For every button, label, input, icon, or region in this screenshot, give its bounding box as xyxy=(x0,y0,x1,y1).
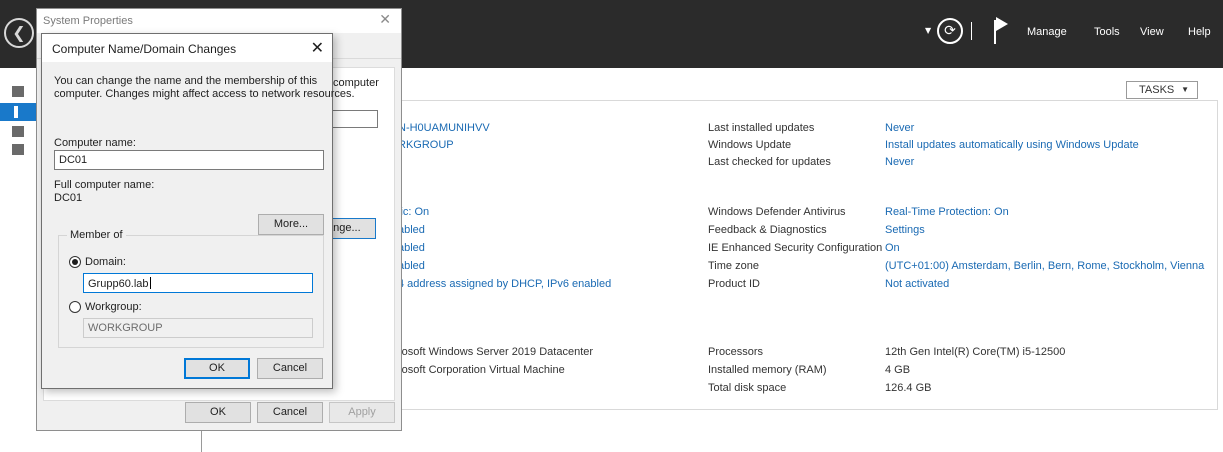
dialog-title: Computer Name/Domain Changes xyxy=(52,42,237,56)
ok-button[interactable]: OK xyxy=(185,402,251,423)
system-properties-titlebar[interactable]: System Properties ✕ xyxy=(37,9,401,33)
menu-view[interactable]: View xyxy=(1140,26,1164,38)
notifications-flag-icon[interactable] xyxy=(994,17,1008,44)
file-storage-icon[interactable] xyxy=(12,144,24,155)
prop-label: Last checked for updates xyxy=(708,156,831,168)
left-nav xyxy=(0,68,38,452)
menu-manage[interactable]: Manage xyxy=(1027,26,1067,38)
prop-label: Time zone xyxy=(708,260,759,272)
full-computer-name-label: Full computer name: xyxy=(54,179,155,191)
more-button[interactable]: More... xyxy=(258,214,324,235)
prop-workgroup-value[interactable]: RKGROUP xyxy=(398,139,454,151)
computer-name-field[interactable]: DC01 xyxy=(54,150,324,170)
prop-nic-teaming-value[interactable]: abled xyxy=(398,260,425,272)
back-arrow-icon[interactable]: ❮ xyxy=(4,18,34,48)
dropdown-arrow-icon[interactable]: ▼ xyxy=(925,26,931,35)
prop-label: Last installed updates xyxy=(708,122,815,134)
prop-value-link[interactable]: Install updates automatically using Wind… xyxy=(885,139,1139,151)
domain-radio[interactable] xyxy=(69,256,81,268)
description-line-1: You can change the name and the membersh… xyxy=(54,75,318,87)
prop-value: 4 GB xyxy=(885,364,911,376)
prop-value-link[interactable]: Never xyxy=(885,122,914,134)
member-of-label: Member of xyxy=(67,229,126,241)
workgroup-field[interactable]: WORKGROUP xyxy=(83,318,313,338)
computer-name-label: Computer name: xyxy=(54,137,136,149)
workgroup-radio[interactable] xyxy=(69,301,81,313)
tasks-label: TASKS xyxy=(1139,84,1175,96)
prop-label: IE Enhanced Security Configuration xyxy=(708,242,883,254)
prop-firewall-value[interactable]: lic: On xyxy=(398,206,429,218)
prop-os-value: rosoft Windows Server 2019 Datacenter xyxy=(398,346,594,358)
prop-label: Installed memory (RAM) xyxy=(708,364,827,376)
prop-value-link[interactable]: Real-Time Protection: On xyxy=(885,206,1009,218)
all-servers-icon[interactable] xyxy=(12,126,24,137)
chevron-down-icon: ▼ xyxy=(1181,85,1189,94)
prop-label: Feedback & Diagnostics xyxy=(708,224,827,236)
prop-ethernet-value[interactable]: 4 address assigned by DHCP, IPv6 enabled xyxy=(398,278,611,290)
workgroup-label: Workgroup: xyxy=(85,301,142,313)
domain-field[interactable]: Grupp60.lab xyxy=(83,273,313,293)
menu-help[interactable]: Help xyxy=(1188,26,1211,38)
prop-label: Total disk space xyxy=(708,382,787,394)
prop-value-link[interactable]: Settings xyxy=(885,224,925,236)
dashboard-icon[interactable] xyxy=(12,86,24,97)
prop-label: Windows Update xyxy=(708,139,792,151)
prop-label: Processors xyxy=(708,346,764,358)
full-computer-name-value: DC01 xyxy=(54,192,83,204)
text-caret xyxy=(149,277,151,289)
dialog-title: System Properties xyxy=(43,15,133,27)
member-of-group: Member of Domain: Grupp60.lab Workgroup:… xyxy=(58,229,324,348)
dialog-titlebar[interactable]: Computer Name/Domain Changes ✕ xyxy=(42,34,332,62)
local-server-icon[interactable] xyxy=(0,103,38,121)
prop-remote-management-value[interactable]: abled xyxy=(398,224,425,236)
prop-value: 12th Gen Intel(R) Core(TM) i5-12500 xyxy=(885,346,1066,358)
prop-label: Product ID xyxy=(708,278,760,290)
cancel-button[interactable]: Cancel xyxy=(257,402,323,423)
refresh-icon[interactable]: ⟳ xyxy=(937,18,963,44)
domain-value: Grupp60.lab xyxy=(88,278,149,290)
prop-label: Windows Defender Antivirus xyxy=(708,206,846,218)
domain-label: Domain: xyxy=(85,256,126,268)
prop-computer-name-value[interactable]: N-H0UAMUNIHVV xyxy=(398,122,490,134)
computer-name-domain-changes-dialog: Computer Name/Domain Changes ✕ You can c… xyxy=(41,33,355,389)
ok-button[interactable]: OK xyxy=(184,358,250,379)
prop-value-link[interactable]: Not activated xyxy=(885,278,949,290)
prop-value: 126.4 GB xyxy=(885,382,932,394)
header-separator xyxy=(971,22,972,40)
prop-remote-desktop-value[interactable]: abled xyxy=(398,242,425,254)
prop-value-link[interactable]: On xyxy=(885,242,900,254)
apply-button[interactable]: Apply xyxy=(329,402,395,423)
cancel-button[interactable]: Cancel xyxy=(257,358,323,379)
prop-hardware-value: rosoft Corporation Virtual Machine xyxy=(398,364,565,376)
menu-tools[interactable]: Tools xyxy=(1094,26,1120,38)
close-icon[interactable]: ✕ xyxy=(311,38,324,57)
prop-value-link[interactable]: (UTC+01:00) Amsterdam, Berlin, Bern, Rom… xyxy=(885,260,1204,272)
tasks-dropdown[interactable]: TASKS ▼ xyxy=(1126,81,1198,99)
close-icon[interactable]: ✕ xyxy=(379,12,391,28)
description-line-2: computer. Changes might affect access to… xyxy=(54,88,355,100)
prop-value-link[interactable]: Never xyxy=(885,156,914,168)
